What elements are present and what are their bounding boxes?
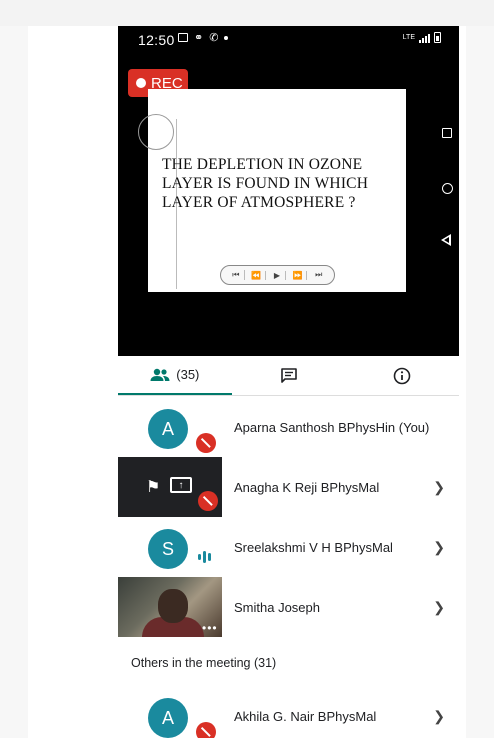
presenting-icon: ↑ xyxy=(170,477,192,493)
network-type: LTE xyxy=(402,34,415,41)
status-time: 12:50 xyxy=(138,32,175,48)
slide-question: THE DEPLETION IN OZONE LAYER IS FOUND IN… xyxy=(162,155,402,212)
notification-icons: ⚭ ✆ xyxy=(178,31,229,44)
back-button[interactable] xyxy=(441,234,451,246)
previous-slide-icon: ⏪ xyxy=(248,270,266,280)
phone-screen: 12:50 ⚭ ✆ LTE REC THE DEPLETION IN OZONE… xyxy=(118,26,459,738)
participant-row[interactable]: ⚑ ↑ Anagha K Reji BPhysMal ❯ xyxy=(118,457,459,517)
system-icons: LTE xyxy=(403,32,441,43)
meeting-tabs: (35) xyxy=(118,356,459,396)
avatar: A xyxy=(148,698,188,738)
first-slide-icon: ⏮ xyxy=(227,270,246,280)
chat-icon xyxy=(280,367,298,385)
presentation-slide: THE DEPLETION IN OZONE LAYER IS FOUND IN… xyxy=(138,89,406,292)
participant-name: Sreelakshmi V H BPhysMal xyxy=(234,539,393,555)
left-gutter xyxy=(0,26,28,738)
top-bar xyxy=(0,0,494,26)
slide-decoration-circle xyxy=(138,114,174,150)
slide-line: THE DEPLETION IN OZONE xyxy=(162,156,363,173)
tab-info[interactable] xyxy=(345,356,459,395)
info-icon xyxy=(393,367,411,385)
chevron-right-icon[interactable]: ❯ xyxy=(433,686,445,738)
avatar: S xyxy=(148,529,188,569)
record-dot-icon xyxy=(136,78,146,88)
play-icon: ▶ xyxy=(268,270,287,280)
link-icon: ⚭ xyxy=(194,32,204,44)
chevron-right-icon[interactable]: ❯ xyxy=(433,457,445,517)
participant-row[interactable]: A Akhila G. Nair BPhysMal ❯ xyxy=(118,686,459,738)
participant-row-inner: A Akhila G. Nair BPhysMal ❯ xyxy=(118,686,459,738)
recents-button[interactable] xyxy=(442,128,452,138)
participant-name: Smitha Joseph xyxy=(234,599,320,615)
chevron-right-icon[interactable]: ❯ xyxy=(433,517,445,577)
participant-tile: A xyxy=(118,397,222,457)
chevron-right-icon[interactable]: ❯ xyxy=(433,577,445,637)
participant-row[interactable]: ••• Smitha Joseph ❯ xyxy=(118,577,459,637)
speaking-indicator-icon xyxy=(198,551,211,563)
home-button[interactable] xyxy=(442,183,453,194)
people-icon xyxy=(150,368,170,382)
status-bar: 12:50 ⚭ ✆ LTE xyxy=(118,26,459,54)
participant-tile: S xyxy=(118,517,222,577)
participant-row[interactable]: A Aparna Santhosh BPhysHin (You) xyxy=(118,397,459,457)
video-person-head xyxy=(158,589,188,623)
tab-chat[interactable] xyxy=(232,356,346,395)
slide-line: LAYER OF ATMOSPHERE ? xyxy=(162,194,356,211)
last-slide-icon: ⏭ xyxy=(315,270,323,279)
slide-line: LAYER IS FOUND IN WHICH xyxy=(162,175,369,192)
presentation-video[interactable]: 12:50 ⚭ ✆ LTE REC THE DEPLETION IN OZONE… xyxy=(118,26,459,356)
gallery-icon xyxy=(178,33,188,42)
battery-icon xyxy=(434,32,441,43)
people-count: (35) xyxy=(176,367,200,382)
avatar: A xyxy=(148,409,188,449)
others-section-label: Others in the meeting (31) xyxy=(131,656,277,670)
participant-name: Aparna Santhosh BPhysHin (You) xyxy=(234,419,430,435)
next-slide-icon: ⏩ xyxy=(289,270,308,280)
whatsapp-icon: ✆ xyxy=(209,32,219,44)
pin-icon[interactable]: ⚑ xyxy=(146,477,160,497)
participant-tile: A xyxy=(118,686,222,738)
right-gutter xyxy=(466,26,494,738)
participant-tile: ⚑ ↑ xyxy=(118,457,222,517)
slide-controls: ⏮ ⏪ ▶ ⏩ ⏭ xyxy=(220,265,335,285)
signal-icon xyxy=(419,33,430,43)
participant-list: A Aparna Santhosh BPhysHin (You) ⚑ ↑ Ana… xyxy=(118,397,459,637)
mic-off-icon xyxy=(196,433,216,453)
tab-people[interactable]: (35) xyxy=(118,356,232,395)
participant-video: ••• xyxy=(118,577,222,637)
more-options-icon[interactable]: ••• xyxy=(202,621,218,635)
participant-name: Anagha K Reji BPhysMal xyxy=(234,479,380,495)
participant-row[interactable]: S Sreelakshmi V H BPhysMal ❯ xyxy=(118,517,459,577)
dot-icon xyxy=(224,35,229,40)
mic-off-icon xyxy=(198,491,218,511)
participant-name: Akhila G. Nair BPhysMal xyxy=(234,708,377,724)
mic-off-icon xyxy=(196,722,216,738)
